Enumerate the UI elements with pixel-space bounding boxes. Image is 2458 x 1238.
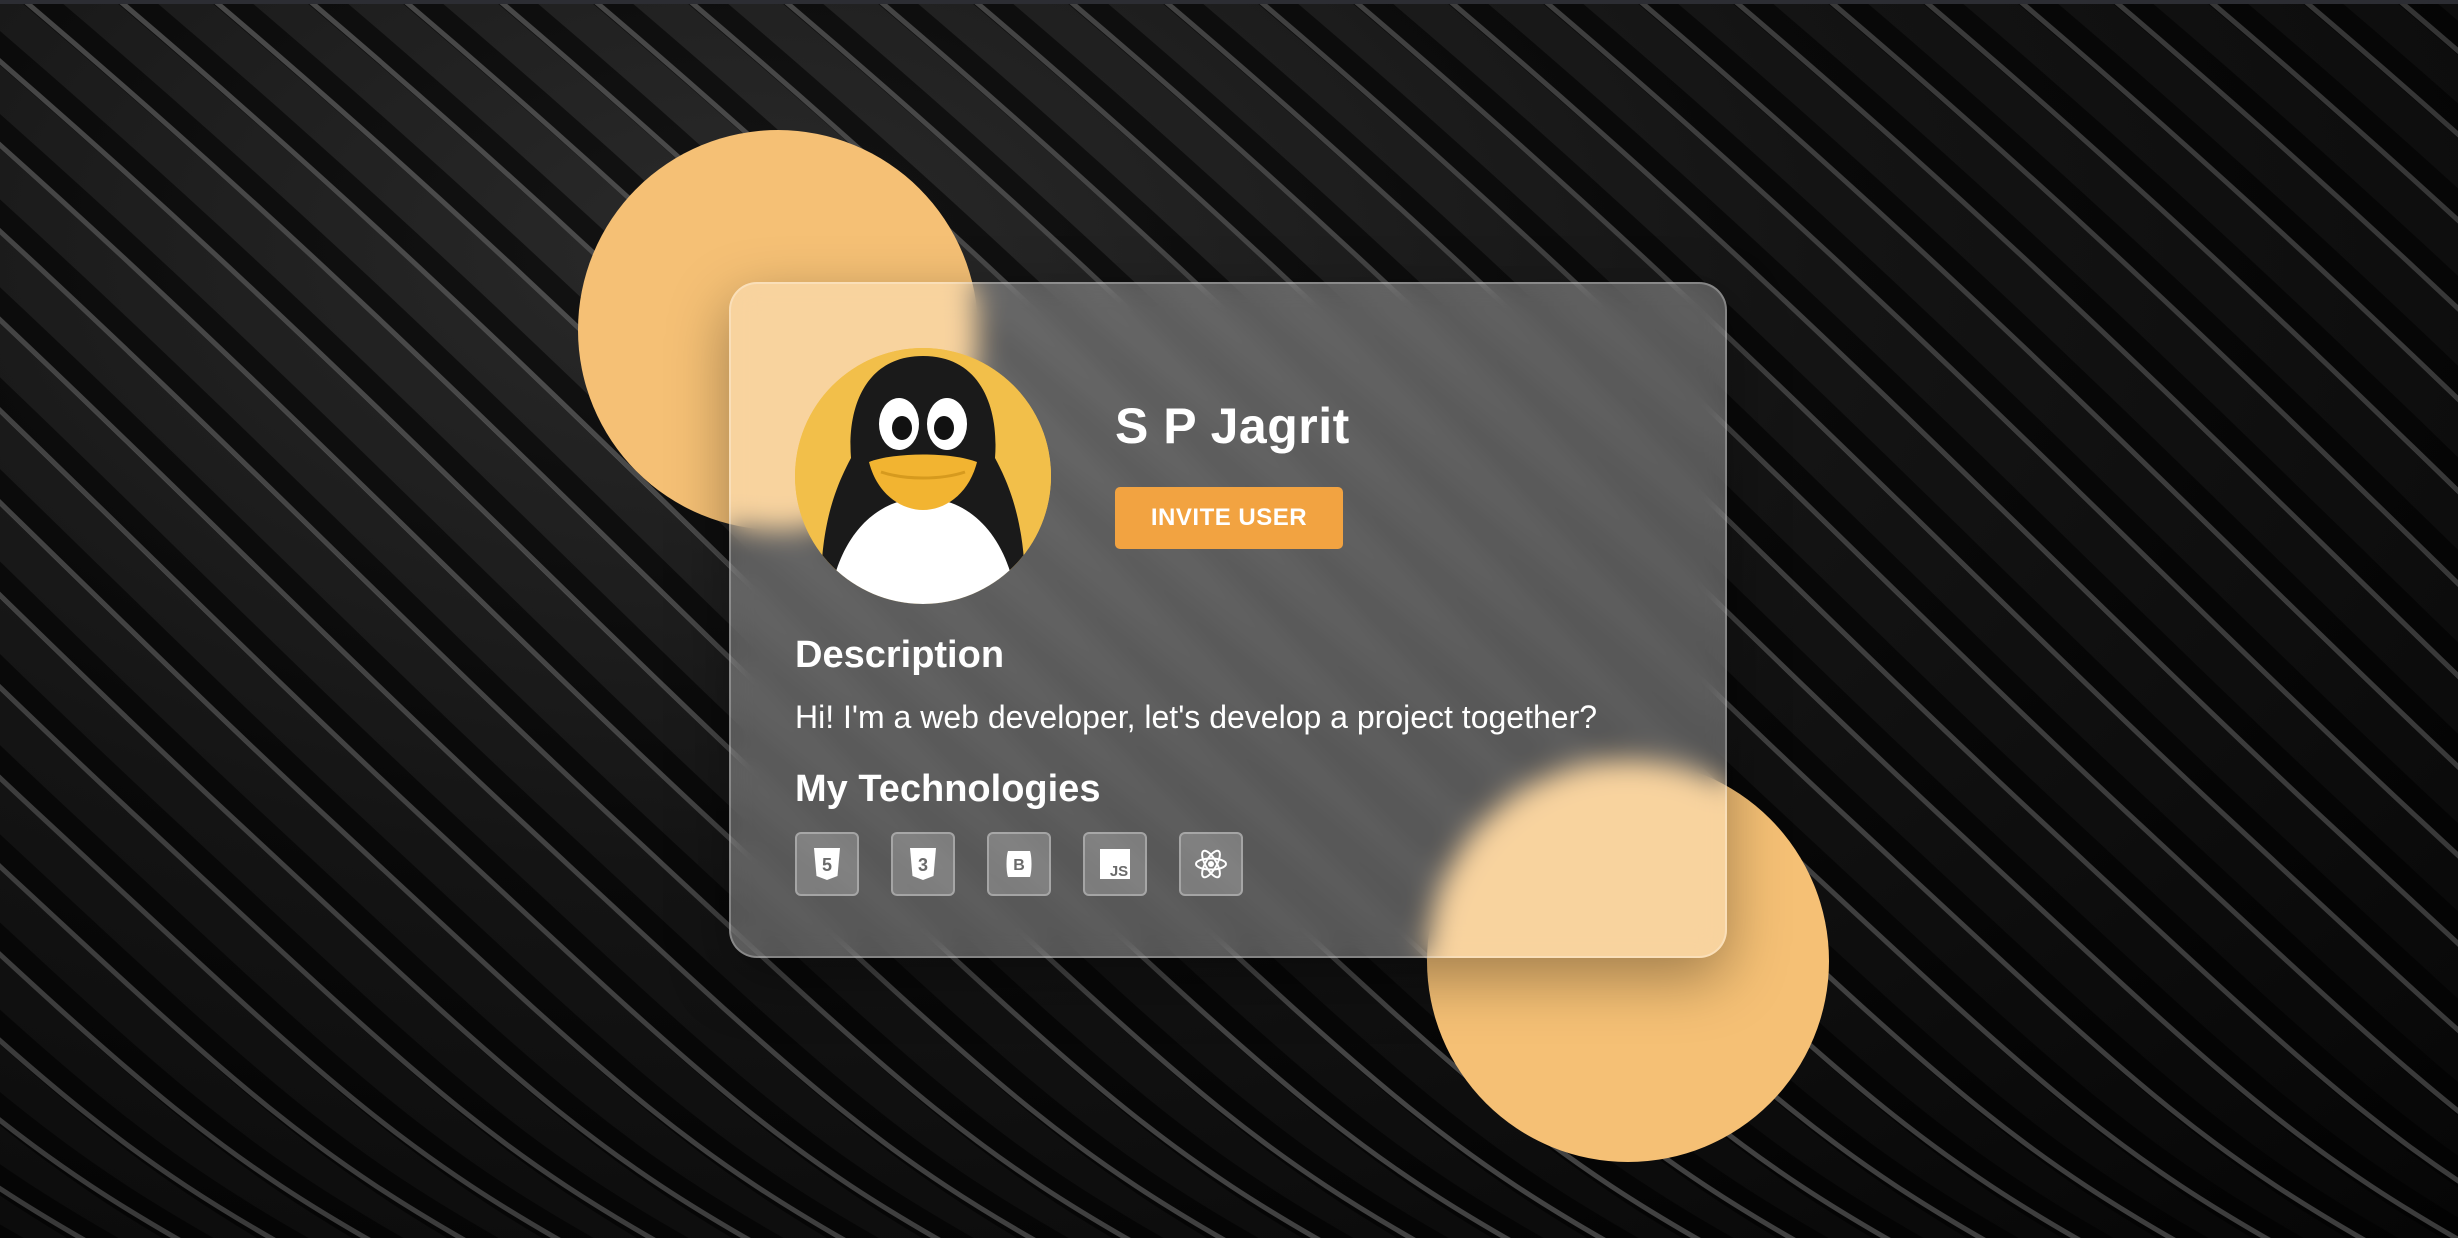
background-stage: S P Jagrit INVITE USER Description Hi! I… — [0, 0, 2458, 1238]
svg-text:B: B — [1013, 857, 1025, 874]
react-icon[interactable] — [1179, 832, 1243, 896]
svg-text:JS: JS — [1110, 863, 1128, 880]
css3-icon[interactable]: 3 — [891, 832, 955, 896]
svg-text:5: 5 — [822, 855, 832, 875]
html5-icon[interactable]: 5 — [795, 832, 859, 896]
invite-user-button[interactable]: INVITE USER — [1115, 487, 1343, 549]
profile-name: S P Jagrit — [1115, 398, 1350, 454]
profile-card: S P Jagrit INVITE USER Description Hi! I… — [729, 282, 1727, 958]
description-heading: Description — [795, 634, 1005, 676]
bootstrap-icon[interactable]: B — [987, 832, 1051, 896]
avatar — [795, 348, 1051, 604]
javascript-icon[interactable]: JS — [1083, 832, 1147, 896]
wave-line — [1919, 0, 2458, 495]
penguin-icon — [795, 348, 1051, 604]
description-text: Hi! I'm a web developer, let's develop a… — [795, 699, 1598, 735]
wave-shadow — [1918, 0, 2458, 494]
svg-text:3: 3 — [918, 855, 928, 875]
top-border — [0, 0, 2458, 4]
technologies-heading: My Technologies — [795, 768, 1101, 810]
technologies-list: 5 3 B JS — [795, 832, 1243, 898]
